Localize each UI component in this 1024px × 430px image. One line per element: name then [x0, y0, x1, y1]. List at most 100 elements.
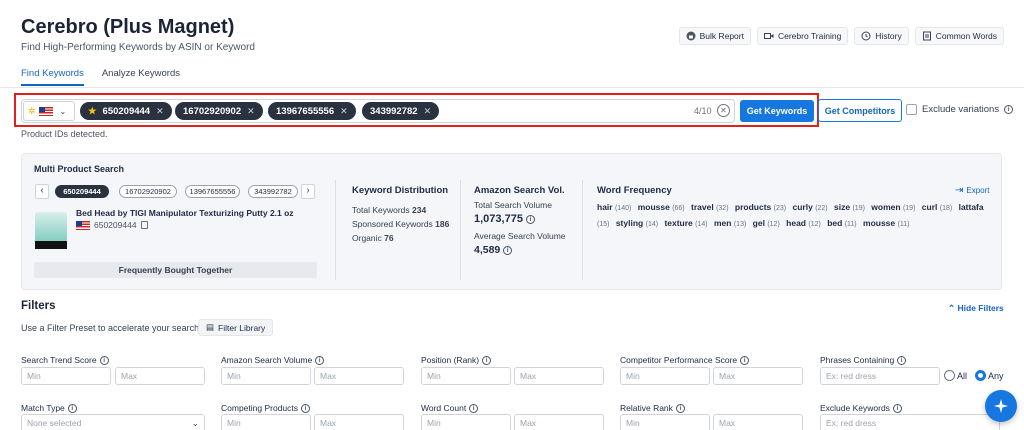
asin-chip[interactable]: 343992782 ✕	[362, 102, 440, 120]
get-keywords-button[interactable]: Get Keywords	[740, 100, 814, 122]
asin-chip[interactable]: ★ 650209444 ✕	[80, 102, 172, 120]
total-search-volume-row: 1,073,775 i	[474, 213, 535, 225]
filter-label-text: Match Type	[21, 403, 65, 413]
min-input[interactable]: Min	[421, 367, 511, 385]
exclude-variations: Exclude variations i	[906, 104, 1014, 115]
chevron-left-icon[interactable]: ‹	[35, 184, 49, 199]
info-icon[interactable]: i	[892, 403, 902, 413]
exclude-keywords-input[interactable]: Ex: red dress	[820, 414, 1000, 430]
info-icon[interactable]: i	[503, 245, 513, 255]
info-icon[interactable]: i	[315, 355, 325, 365]
word-frequency-item: size (19)	[834, 202, 865, 212]
word-frequency-item: products (23)	[735, 202, 786, 212]
marketplace-select[interactable]: ✲ ⌄	[23, 101, 75, 121]
organic-label: Organic	[352, 233, 382, 243]
common-words-button[interactable]: Common Words	[914, 27, 1004, 45]
radio-all[interactable]: All	[944, 370, 967, 381]
match-type-select[interactable]: None selected ⌄	[21, 414, 205, 430]
bulk-report-button[interactable]: Bulk Report	[678, 27, 751, 45]
word-count: (12)	[808, 221, 821, 228]
filter-label-text: Word Count	[421, 403, 467, 413]
hide-filters-button[interactable]: ⌃ Hide Filters	[948, 303, 1004, 314]
clear-icon[interactable]: ✕	[717, 104, 730, 117]
cerebro-training-button[interactable]: Cerebro Training	[756, 27, 849, 45]
filter-label: Relative Rank i	[620, 403, 685, 413]
word: travel	[691, 202, 714, 212]
close-icon[interactable]: ✕	[340, 106, 348, 117]
word: men	[713, 218, 732, 228]
match-type-value: None selected	[27, 418, 82, 428]
info-icon[interactable]: i	[740, 355, 750, 365]
asin-count: 4/10	[694, 106, 712, 116]
min-input[interactable]: Min	[620, 367, 710, 385]
max-input[interactable]: Max	[115, 367, 205, 385]
info-icon[interactable]: i	[482, 355, 492, 365]
product-chip[interactable]: 343992782	[248, 185, 298, 198]
asin-chip[interactable]: 13967655556 ✕	[268, 102, 356, 120]
min-input[interactable]: Min	[221, 414, 311, 430]
max-input[interactable]: Max	[514, 414, 604, 430]
filter-label: Phrases Containing i	[820, 355, 907, 365]
asin-chip[interactable]: 16702920902 ✕	[175, 102, 263, 120]
word: hair	[597, 202, 613, 212]
get-competitors-button[interactable]: Get Competitors	[818, 99, 902, 122]
word-frequency-item: curl (18)	[922, 202, 952, 212]
asin-chip-label: 16702920902	[183, 105, 242, 117]
common-words-label: Common Words	[935, 31, 997, 41]
chevron-right-icon[interactable]: ›	[301, 184, 315, 199]
word-frequency-title: Word Frequency	[597, 185, 672, 196]
phrases-input[interactable]: Ex: red dress	[820, 367, 940, 385]
word-frequency-item: men (13)	[714, 218, 746, 228]
info-icon[interactable]: i	[1004, 105, 1014, 114]
word-frequency-list: hair (140) mousse (66) travel (32) produ…	[597, 200, 992, 232]
min-input[interactable]: Min	[221, 367, 311, 385]
tab-analyze-keywords[interactable]: Analyze Keywords	[102, 68, 180, 86]
filter-label-text: Relative Rank	[620, 403, 673, 413]
radio-any-button[interactable]	[975, 370, 986, 381]
filter-label: Competitor Performance Score i	[620, 355, 750, 365]
export-button[interactable]: ⇥ Export	[955, 185, 990, 196]
close-icon[interactable]: ✕	[424, 106, 432, 117]
history-button[interactable]: History	[854, 27, 909, 45]
ai-assistant-button[interactable]	[985, 390, 1017, 422]
max-input[interactable]: Max	[514, 367, 604, 385]
tab-find-keywords[interactable]: Find Keywords	[21, 68, 84, 86]
radio-all-button[interactable]	[944, 370, 955, 381]
chevron-up-icon: ⌃	[948, 303, 956, 313]
product-chip[interactable]: 16702920902	[119, 185, 177, 198]
star-icon: ★	[88, 105, 97, 117]
product-chip[interactable]: 650209444	[55, 185, 109, 198]
copy-icon[interactable]	[140, 221, 148, 229]
total-search-volume-value: 1,073,775	[474, 213, 523, 225]
word: curly	[792, 202, 813, 212]
asin-chip-label: 343992782	[370, 105, 418, 117]
max-input[interactable]: Max	[713, 367, 803, 385]
info-icon[interactable]: i	[67, 403, 77, 413]
radio-any-label: Any	[988, 370, 1004, 381]
exclude-variations-checkbox[interactable]	[906, 104, 917, 115]
word-frequency-item: mousse (11)	[863, 218, 909, 228]
filter-library-button[interactable]: ▤ Filter Library	[198, 319, 274, 336]
info-icon[interactable]: i	[526, 214, 535, 224]
min-input[interactable]: Min	[620, 414, 710, 430]
info-icon[interactable]: i	[99, 355, 109, 365]
min-input[interactable]: Min	[421, 414, 511, 430]
info-icon[interactable]: i	[675, 403, 685, 413]
min-input[interactable]: Min	[21, 367, 111, 385]
max-input[interactable]: Max	[314, 414, 404, 430]
word: curl	[921, 202, 938, 212]
product-chip[interactable]: 13967655556	[185, 185, 240, 198]
frequently-bought-button[interactable]: Frequently Bought Together	[34, 262, 317, 278]
word: mousse	[863, 218, 896, 228]
filter-label-text: Amazon Search Volume	[221, 355, 313, 365]
max-input[interactable]: Max	[713, 414, 803, 430]
info-icon[interactable]: i	[897, 355, 907, 365]
info-icon[interactable]: i	[469, 403, 479, 413]
max-input[interactable]: Max	[314, 367, 404, 385]
info-icon[interactable]: i	[301, 403, 311, 413]
word: bed	[827, 218, 843, 228]
close-icon[interactable]: ✕	[156, 106, 164, 117]
word-count: (23)	[773, 205, 787, 212]
close-icon[interactable]: ✕	[247, 106, 255, 117]
radio-any[interactable]: Any	[975, 370, 1004, 381]
